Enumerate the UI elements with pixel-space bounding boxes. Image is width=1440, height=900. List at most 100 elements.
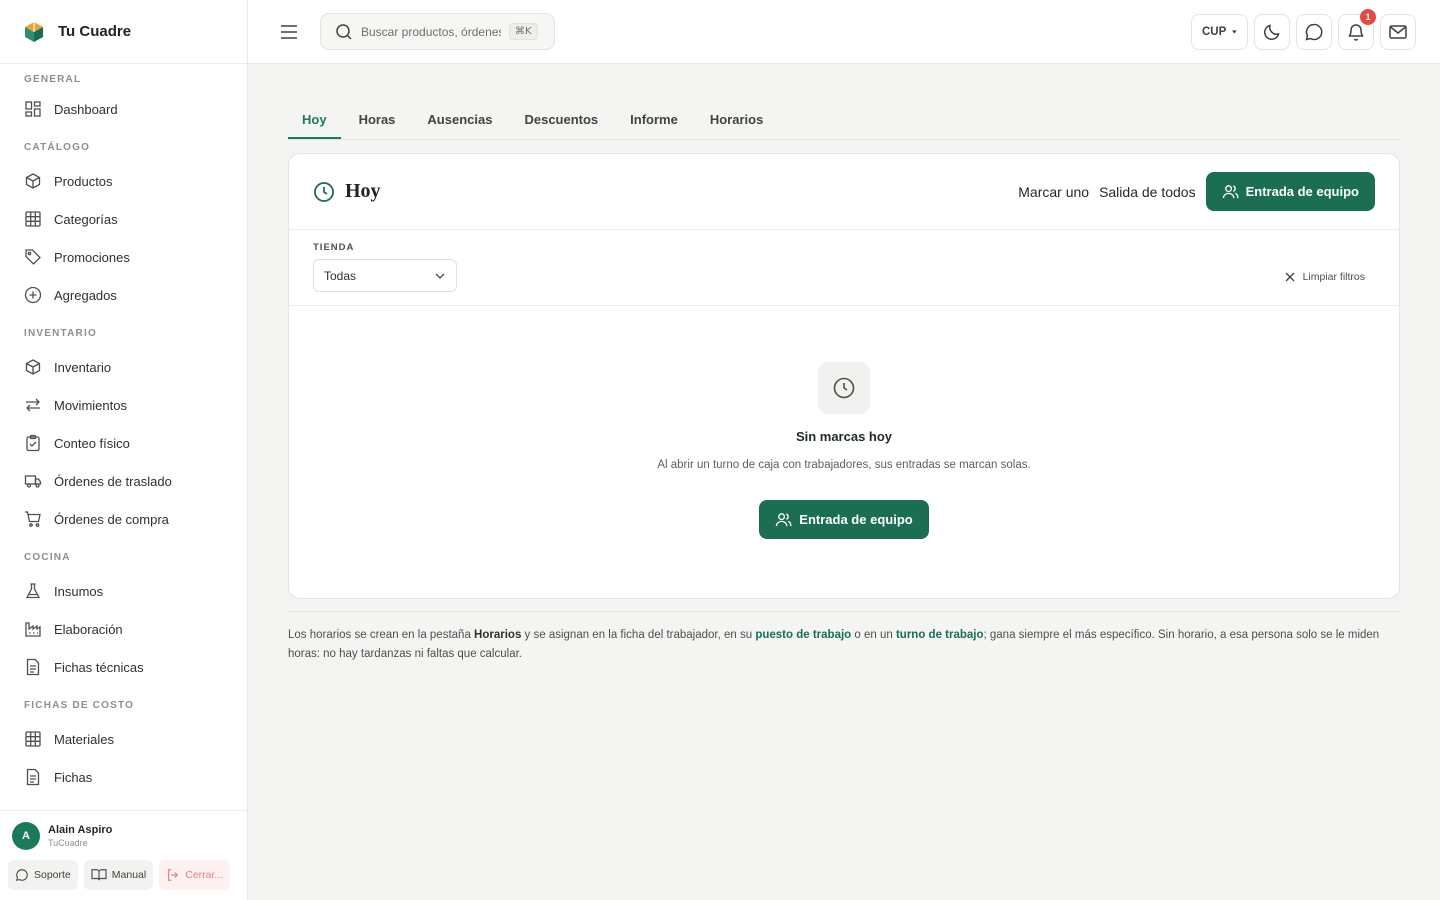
tab-horas[interactable]: Horas	[345, 112, 410, 139]
note-text: Los horarios se crean en la pestaña	[288, 629, 475, 641]
logo-icon	[25, 21, 43, 42]
sidebar-item-conteo-fisico[interactable]: Conteo físico	[0, 424, 247, 462]
main-content: Hoy Horas Ausencias Descuentos Informe H…	[288, 64, 1400, 664]
empty-state-text: Al abrir un turno de caja con trabajador…	[657, 459, 1031, 471]
today-card: Hoy Marcar uno Salida de todos Entrada d…	[288, 153, 1400, 599]
user-info[interactable]: A Alain Aspiro TuCuadre	[0, 811, 247, 850]
sidebar-nav: GENERAL Dashboard CATÁLOGO Productos Cat…	[0, 64, 247, 810]
plus-circle-icon	[24, 286, 42, 304]
team-entry-button[interactable]: Entrada de equipo	[1205, 172, 1375, 211]
exit-all-button[interactable]: Salida de todos	[1099, 184, 1196, 200]
tab-informe[interactable]: Informe	[616, 112, 692, 139]
support-button[interactable]: Soporte	[8, 860, 78, 890]
clear-filters-button[interactable]: Limpiar filtros	[1285, 271, 1365, 283]
sidebar-item-categorias[interactable]: Categorías	[0, 200, 247, 238]
manual-label: Manual	[111, 869, 147, 881]
sidebar-item-label: Categorías	[54, 211, 118, 227]
team-entry-label: Entrada de equipo	[1245, 184, 1359, 199]
sidebar-item-label: Fichas técnicas	[54, 659, 144, 675]
sidebar-item-fichas-tecnicas[interactable]: Fichas técnicas	[0, 648, 247, 686]
sidebar-item-insumos[interactable]: Insumos	[0, 572, 247, 610]
grid-icon	[24, 730, 42, 748]
user-panel: A Alain Aspiro TuCuadre Soporte Manual C…	[0, 810, 247, 900]
section-label-inventario: INVENTARIO	[24, 328, 97, 339]
cart-icon	[24, 510, 42, 528]
sidebar-item-elaboracion[interactable]: Elaboración	[0, 610, 247, 648]
note-bold-horarios: Horarios	[474, 629, 522, 641]
users-icon	[1222, 185, 1239, 199]
mail-button[interactable]	[1380, 14, 1416, 50]
hamburger-icon	[281, 25, 297, 39]
clipboard-icon	[24, 434, 42, 452]
sidebar-item-dashboard[interactable]: Dashboard	[0, 90, 247, 128]
work-shift-link[interactable]: turno de trabajo	[896, 629, 984, 641]
tab-descuentos[interactable]: Descuentos	[510, 112, 612, 139]
sidebar-item-label: Inventario	[54, 359, 112, 375]
close-icon	[1285, 272, 1295, 282]
sidebar-item-agregados[interactable]: Agregados	[0, 276, 247, 314]
empty-state: Sin marcas hoy Al abrir un turno de caja…	[289, 306, 1399, 539]
sidebar-item-materiales[interactable]: Materiales	[0, 720, 247, 758]
chevron-down-icon	[435, 273, 445, 279]
section-label-catalogo: CATÁLOGO	[24, 142, 91, 153]
clock-icon	[314, 181, 334, 202]
section-label-fichas-costo: FICHAS DE COSTO	[24, 700, 135, 711]
clock-icon	[833, 377, 855, 399]
brand[interactable]: Tu Cuadre	[0, 0, 247, 64]
topbar: ⌘K CUP 1	[248, 0, 1440, 64]
tabs: Hoy Horas Ausencias Descuentos Informe H…	[288, 100, 1400, 140]
users-icon	[776, 513, 792, 527]
empty-state-icon-box	[818, 362, 870, 414]
tab-ausencias[interactable]: Ausencias	[413, 112, 506, 139]
sidebar-item-label: Órdenes de traslado	[54, 473, 172, 489]
tab-hoy[interactable]: Hoy	[288, 112, 341, 139]
tag-icon	[24, 248, 42, 266]
grid-icon	[24, 210, 42, 228]
sidebar-item-ordenes-compra[interactable]: Órdenes de compra	[0, 500, 247, 538]
empty-state-title: Sin marcas hoy	[795, 429, 893, 444]
empty-team-entry-label: Entrada de equipo	[799, 512, 913, 527]
currency-selector[interactable]: CUP	[1191, 14, 1248, 50]
search-input[interactable]	[361, 24, 501, 39]
card-title: Hoy	[345, 180, 381, 202]
sidebar-item-label: Agregados	[54, 287, 117, 303]
sidebar-item-label: Dashboard	[54, 101, 118, 117]
book-icon	[91, 869, 107, 881]
sidebar-item-inventario[interactable]: Inventario	[0, 348, 247, 386]
mark-one-button[interactable]: Marcar uno	[1018, 184, 1089, 200]
store-select[interactable]: Todas	[313, 259, 457, 292]
search-box[interactable]: ⌘K	[320, 13, 555, 50]
sidebar-item-promociones[interactable]: Promociones	[0, 238, 247, 276]
box-icon	[24, 358, 42, 376]
notifications-button[interactable]: 1	[1338, 9, 1376, 50]
sidebar-item-productos[interactable]: Productos	[0, 162, 247, 200]
empty-team-entry-button[interactable]: Entrada de equipo	[759, 500, 929, 539]
store-select-value: Todas	[324, 268, 357, 283]
theme-toggle-button[interactable]	[1254, 14, 1290, 50]
dashboard-icon	[24, 100, 42, 118]
clear-filters-label: Limpiar filtros	[1302, 271, 1365, 283]
support-label: Soporte	[34, 869, 71, 881]
logout-button[interactable]: Cerrar...	[159, 860, 231, 890]
mail-icon	[1389, 25, 1407, 39]
sidebar: Tu Cuadre GENERAL Dashboard CATÁLOGO Pro…	[0, 0, 248, 900]
job-position-link[interactable]: puesto de trabajo	[755, 629, 851, 641]
avatar: A	[12, 822, 40, 850]
menu-toggle-button[interactable]	[278, 21, 300, 43]
sidebar-item-fichas[interactable]: Fichas	[0, 758, 247, 796]
store-filter-label: TIENDA	[313, 242, 355, 253]
sidebar-item-ordenes-traslado[interactable]: Órdenes de traslado	[0, 462, 247, 500]
manual-button[interactable]: Manual	[83, 860, 154, 890]
box-icon	[24, 172, 42, 190]
filters-bar: TIENDA Todas Limpiar filtros	[289, 230, 1399, 306]
tab-horarios[interactable]: Horarios	[696, 112, 777, 139]
chat-icon	[15, 869, 28, 882]
sidebar-item-movimientos[interactable]: Movimientos	[0, 386, 247, 424]
logout-icon	[168, 869, 179, 881]
currency-value: CUP	[1202, 26, 1227, 38]
user-org: TuCuadre	[48, 838, 88, 848]
sidebar-item-label: Productos	[54, 173, 113, 189]
chat-bubble-icon	[1305, 23, 1323, 41]
messages-button[interactable]	[1296, 14, 1332, 50]
sidebar-item-label: Promociones	[54, 249, 130, 265]
